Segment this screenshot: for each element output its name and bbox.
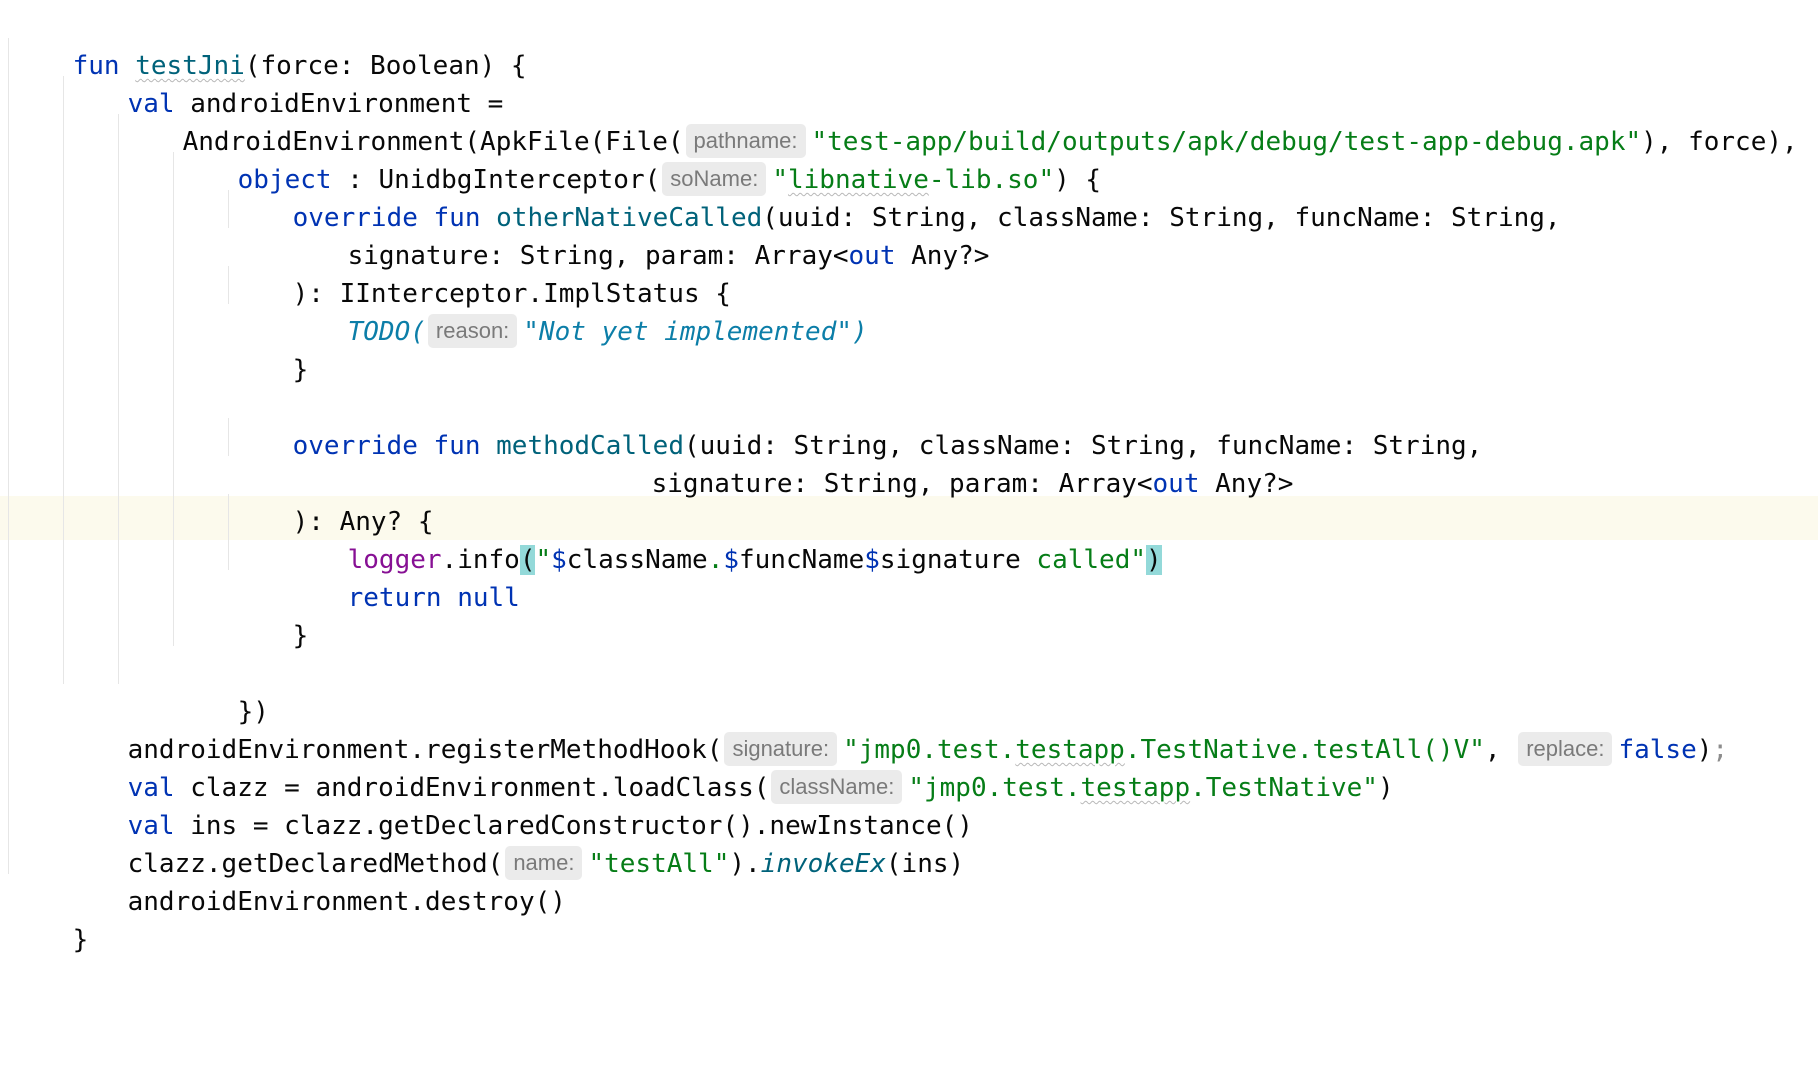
template-dollar: $ [723, 545, 739, 575]
string-literal: called" [1020, 545, 1147, 575]
code-line[interactable]: } [10, 874, 89, 955]
code-text: } [292, 621, 309, 651]
indent-guide [8, 38, 9, 874]
template-dollar: $ [864, 545, 880, 575]
template-variable: funcName [739, 545, 865, 575]
indent-guide [228, 266, 229, 304]
code-text: , [1484, 735, 1517, 765]
indent-guide [118, 114, 119, 684]
redundant-semicolon: ; [1712, 735, 1729, 765]
extension-function[interactable]: invokeEx [761, 849, 886, 879]
code-text: (ins) [885, 849, 965, 879]
keyword: return [347, 583, 442, 613]
code-text: ) [1377, 773, 1394, 803]
code-text: Any?> [895, 241, 990, 271]
code-editor[interactable]: fun testJni(force: Boolean) { val androi… [0, 0, 1818, 1070]
indent-guide [228, 418, 229, 456]
parameter-hint: replace: [1518, 732, 1613, 766]
matched-paren-open: ( [519, 545, 536, 575]
code-text: Any?> [1199, 469, 1294, 499]
parameter-hint: reason: [427, 314, 518, 348]
indent-guide [63, 76, 64, 684]
string-literal: " [535, 545, 552, 575]
indent-guide [228, 494, 229, 570]
keyword: false [1618, 735, 1697, 765]
template-variable: className [566, 545, 708, 575]
template-dollar: $ [551, 545, 567, 575]
todo-call: TODO( [347, 317, 426, 347]
code-text: ). [729, 849, 761, 879]
keyword: null [457, 583, 520, 613]
keyword: fun [433, 431, 481, 461]
string-literal: "Not yet implemented") [523, 317, 868, 347]
code-line[interactable]: androidEnvironment.destroy() [65, 836, 566, 917]
template-variable: signature [879, 545, 1021, 575]
code-text: } [72, 925, 89, 955]
matched-paren-close: ) [1146, 545, 1162, 575]
code-line[interactable]: return null [285, 532, 520, 613]
code-line[interactable]: TODO(reason: "Not yet implemented") [285, 266, 868, 348]
string-literal: .TestNative" [1190, 773, 1378, 803]
code-line[interactable]: } [230, 570, 309, 651]
string-literal: "testAll" [588, 849, 730, 879]
code-text: ) [1696, 735, 1713, 765]
code-text: androidEnvironment.destroy() [127, 887, 566, 917]
code-line[interactable]: signature: String, param: Array<out Any?… [589, 418, 1294, 499]
code-line[interactable]: } [230, 304, 309, 385]
string-literal: . [707, 545, 724, 575]
indent-guide [173, 152, 174, 646]
code-text: ), force), [1641, 127, 1798, 157]
typo-warning[interactable]: testapp [1081, 773, 1191, 803]
